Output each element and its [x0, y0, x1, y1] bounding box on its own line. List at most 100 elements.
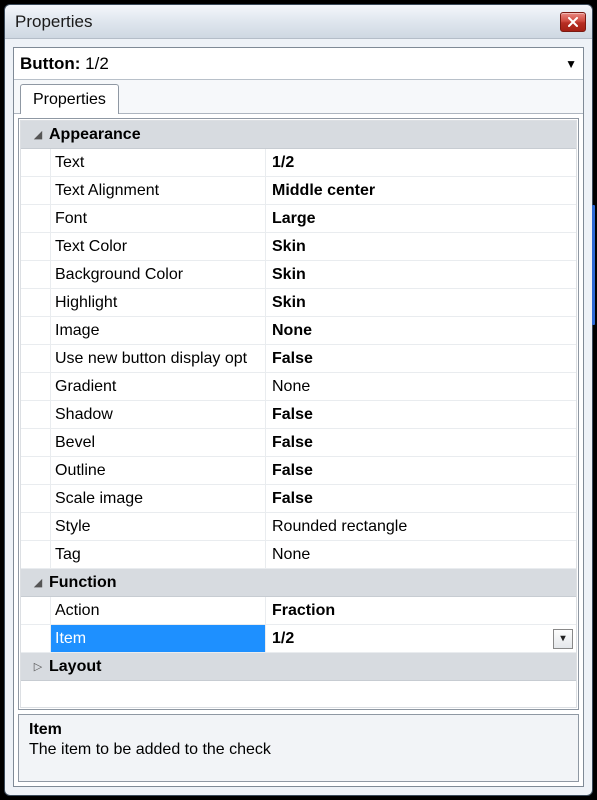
- row-gutter: [21, 177, 51, 204]
- property-value[interactable]: None: [265, 541, 576, 568]
- property-name: Highlight: [51, 289, 265, 316]
- property-name: Background Color: [51, 261, 265, 288]
- tabstrip: Properties: [14, 80, 583, 114]
- row-gutter: [21, 541, 51, 568]
- inner-panel: Button: 1/2 ▼ Properties ◢AppearanceText…: [13, 47, 584, 787]
- property-value-text: Skin: [272, 294, 306, 312]
- row-gutter: [21, 205, 51, 232]
- tab-label: Properties: [33, 91, 106, 109]
- row-gutter: [21, 289, 51, 316]
- property-name: Bevel: [51, 429, 265, 456]
- property-value[interactable]: Large: [265, 205, 576, 232]
- property-row[interactable]: Text Color Skin: [21, 233, 576, 261]
- group-name: Function: [49, 574, 117, 592]
- properties-window: Properties Button: 1/2 ▼ Properties ◢App…: [4, 4, 593, 796]
- window-title: Properties: [15, 12, 560, 32]
- property-value[interactable]: False: [265, 429, 576, 456]
- group-header[interactable]: ◢Appearance: [21, 121, 576, 149]
- collapse-icon[interactable]: ◢: [27, 576, 49, 589]
- property-name: Font: [51, 205, 265, 232]
- property-value-text: None: [272, 322, 312, 340]
- group-header[interactable]: ◢Function: [21, 569, 576, 597]
- property-grid-inner: ◢AppearanceText1/2Text AlignmentMiddle c…: [20, 120, 577, 708]
- titlebar: Properties: [5, 5, 592, 39]
- property-row[interactable]: Bevel False: [21, 429, 576, 457]
- tab-properties[interactable]: Properties: [20, 84, 119, 114]
- property-value-text: False: [272, 462, 313, 480]
- description-title: Item: [29, 721, 568, 739]
- property-value[interactable]: False: [265, 401, 576, 428]
- object-selector-label: Button: 1/2: [20, 54, 565, 74]
- property-value[interactable]: False: [265, 485, 576, 512]
- description-text: The item to be added to the check: [29, 741, 568, 759]
- property-name: Image: [51, 317, 265, 344]
- property-row[interactable]: ActionFraction: [21, 597, 576, 625]
- property-name: Outline: [51, 457, 265, 484]
- property-row[interactable]: Use new button display opt False: [21, 345, 576, 373]
- row-gutter: [21, 401, 51, 428]
- property-value[interactable]: Skin: [265, 261, 576, 288]
- property-name: Text Color: [51, 233, 265, 260]
- close-button[interactable]: [560, 12, 586, 32]
- property-row[interactable]: GradientNone: [21, 373, 576, 401]
- row-gutter: [21, 513, 51, 540]
- property-row[interactable]: StyleRounded rectangle: [21, 513, 576, 541]
- property-row[interactable]: Text 1/2: [21, 149, 576, 177]
- property-row[interactable]: Tag None: [21, 541, 576, 569]
- property-name: Use new button display opt: [51, 345, 265, 372]
- property-row[interactable]: ShadowFalse: [21, 401, 576, 429]
- property-value-text: Large: [272, 210, 316, 228]
- group-header[interactable]: ▷Layout: [21, 653, 576, 681]
- property-row[interactable]: Font Large: [21, 205, 576, 233]
- property-value-text: Skin: [272, 266, 306, 284]
- property-grid: ◢AppearanceText1/2Text AlignmentMiddle c…: [18, 118, 579, 710]
- property-row[interactable]: Background Color Skin: [21, 261, 576, 289]
- close-icon: [568, 17, 578, 27]
- property-name: Tag: [51, 541, 265, 568]
- property-row[interactable]: Highlight Skin: [21, 289, 576, 317]
- property-row[interactable]: Image None: [21, 317, 576, 345]
- expand-icon[interactable]: ▷: [27, 660, 49, 673]
- property-row[interactable]: Scale imageFalse: [21, 485, 576, 513]
- property-value[interactable]: False: [265, 457, 576, 484]
- property-name: Gradient: [51, 373, 265, 400]
- collapse-icon[interactable]: ◢: [27, 128, 49, 141]
- property-value[interactable]: Fraction: [265, 597, 576, 624]
- property-value[interactable]: Middle center: [265, 177, 576, 204]
- group-name: Layout: [49, 658, 101, 676]
- property-row[interactable]: Text AlignmentMiddle center: [21, 177, 576, 205]
- property-value[interactable]: Rounded rectangle: [265, 513, 576, 540]
- side-accent: [592, 205, 595, 325]
- property-value[interactable]: Skin: [265, 289, 576, 316]
- group-name: Appearance: [49, 126, 141, 144]
- row-gutter: [21, 261, 51, 288]
- object-selector[interactable]: Button: 1/2 ▼: [14, 48, 583, 80]
- property-value[interactable]: Skin: [265, 233, 576, 260]
- property-value[interactable]: 1/2: [265, 149, 576, 176]
- property-value[interactable]: 1/2 ▾: [265, 625, 576, 652]
- description-panel: Item The item to be added to the check: [18, 714, 579, 782]
- property-value-text: False: [272, 434, 313, 452]
- property-name: Shadow: [51, 401, 265, 428]
- property-value[interactable]: None: [265, 317, 576, 344]
- property-value-text: False: [272, 350, 313, 368]
- property-value-text: 1/2: [272, 154, 294, 172]
- property-name: Text Alignment: [51, 177, 265, 204]
- property-value[interactable]: False: [265, 345, 576, 372]
- chevron-down-icon: ▼: [565, 57, 577, 71]
- content-area: Button: 1/2 ▼ Properties ◢AppearanceText…: [5, 39, 592, 795]
- property-value-text: None: [272, 546, 310, 564]
- property-value-text: 1/2: [272, 630, 294, 648]
- row-gutter: [21, 149, 51, 176]
- property-value-text: Skin: [272, 238, 306, 256]
- row-gutter: [21, 345, 51, 372]
- row-gutter: [21, 597, 51, 624]
- property-name: Action: [51, 597, 265, 624]
- row-gutter: [21, 457, 51, 484]
- property-name: Item: [51, 625, 265, 652]
- property-name: Text: [51, 149, 265, 176]
- property-row[interactable]: Item 1/2 ▾: [21, 625, 576, 653]
- value-dropdown-button[interactable]: ▾: [553, 629, 573, 649]
- property-row[interactable]: Outline False: [21, 457, 576, 485]
- property-value[interactable]: None: [265, 373, 576, 400]
